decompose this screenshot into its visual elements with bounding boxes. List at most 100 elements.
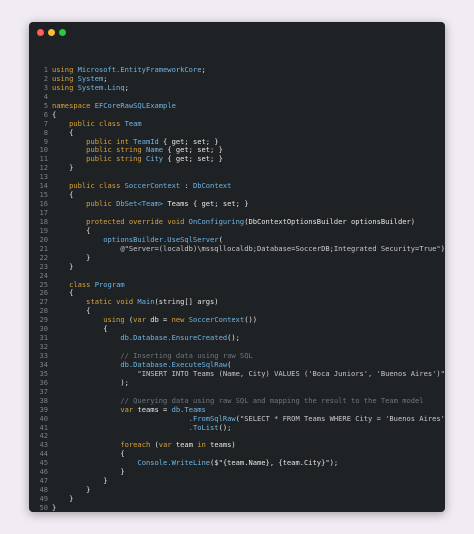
code-token: class [69, 279, 95, 289]
line-source: public DbSet<Team> Teams { get; set; } [52, 199, 249, 209]
code-token: teams = [137, 404, 172, 414]
code-token: } [52, 494, 74, 503]
code-token: Teams { get; set; } [163, 199, 249, 209]
line-number: 6 [43, 109, 48, 119]
code-line: 14 public class SoccerContext : DbContex… [29, 181, 445, 191]
code-token: } [52, 261, 74, 271]
code-token: protected override void [86, 216, 189, 226]
line-source: protected override void OnConfiguring(Db… [52, 216, 416, 227]
code-token: { get; set; } [158, 136, 219, 146]
code-token: db.Database.EnsureCreated [120, 333, 228, 343]
code-token: (string[] args) [154, 297, 219, 307]
line-source: using System.Linq; [52, 82, 129, 93]
line-number: 4 [43, 91, 48, 101]
code-line: 18 protected override void OnConfiguring… [29, 216, 445, 227]
code-token: in [197, 440, 211, 450]
line-source: @"Server=(localdb)\mssqllocaldb;Database… [52, 243, 445, 254]
code-token: new [171, 315, 189, 325]
line-source: } [52, 261, 74, 272]
code-token: Main [137, 297, 155, 307]
code-line: 27 static void Main(string[] args) [29, 297, 445, 307]
code-token: // Inserting data using raw SQL [120, 351, 253, 360]
code-line: 47 } [29, 476, 445, 486]
line-source: db.Database.EnsureCreated(); [52, 333, 240, 343]
close-window-button[interactable] [37, 29, 44, 36]
code-token: (DbContextOptionsBuilder optionsBuilder) [244, 216, 416, 226]
code-token: ); [52, 377, 129, 387]
code-line: 12 } [29, 163, 445, 173]
code-token: } [52, 485, 91, 495]
code-token: } [52, 467, 125, 477]
line-source: namespace EFCoreRawSQLExample [52, 100, 176, 111]
code-token: DbSet<Team> [116, 199, 164, 209]
code-token: } [52, 163, 74, 173]
code-token: } [52, 502, 57, 512]
code-line: 31 db.Database.EnsureCreated(); [29, 333, 445, 343]
code-token: { [52, 190, 74, 200]
code-line: 16 public DbSet<Team> Teams { get; set; … [29, 199, 445, 209]
code-line: 48 } [29, 485, 445, 495]
code-token: DbContext [192, 181, 232, 191]
line-source: public class SoccerContext : DbContext [52, 181, 232, 191]
code-token: Team [124, 118, 142, 128]
code-token: SoccerContext [188, 315, 245, 325]
code-token: (); [218, 422, 232, 432]
code-token: EFCoreRawSQLExample [94, 100, 176, 110]
code-line: 41 .ToList(); [29, 422, 445, 433]
code-token: var [120, 404, 138, 414]
code-token: System.Linq [77, 82, 125, 92]
code-token: { get; set; } [163, 145, 223, 155]
code-line: 7 public class Team [29, 118, 445, 129]
code-token: var [158, 440, 176, 450]
line-number: 3 [43, 82, 48, 92]
code-token: Name [145, 145, 164, 155]
code-token: : [180, 181, 193, 191]
code-token: // Querying data using raw SQL and mappi… [120, 395, 424, 405]
code-token: teams) [210, 440, 236, 450]
code-line: 25 class Program [29, 279, 445, 290]
code-token: ( [218, 234, 223, 244]
line-number: 5 [43, 100, 48, 110]
code-line: 50} [29, 502, 445, 512]
code-token: (); [227, 333, 240, 343]
code-token: public string [86, 145, 146, 155]
code-line: 36 ); [29, 377, 445, 388]
code-token: using [52, 73, 78, 83]
line-source: .ToList(); [52, 422, 232, 433]
maximize-window-button[interactable] [59, 29, 66, 36]
code-line: 11 public string City { get; set; } [29, 154, 445, 164]
code-token: public [86, 199, 117, 209]
code-token: static void [86, 297, 138, 307]
code-token: ); [440, 243, 445, 253]
code-line: 49 } [29, 494, 445, 504]
code-editor[interactable]: 1 using Microsoft.EntityFrameworkCore; 2 us… [29, 65, 445, 512]
code-token: { [52, 225, 91, 235]
code-token: } [52, 252, 91, 262]
window-titlebar [29, 22, 445, 44]
code-token: { [52, 288, 74, 298]
code-token: db.Teams [171, 404, 206, 414]
code-token: TeamId [133, 136, 159, 146]
code-token: Program [94, 279, 125, 289]
code-token: { get; set; } [163, 154, 223, 164]
code-token: { [52, 109, 57, 119]
code-line: 21 @"Server=(localdb)\mssqllocaldb;Datab… [29, 243, 445, 254]
code-token: using [52, 65, 78, 74]
code-token: optionsBuilder.UseSqlServer [103, 234, 219, 244]
code-token: public class [69, 181, 125, 191]
minimize-window-button[interactable] [48, 29, 55, 36]
line-number: 7 [43, 118, 48, 128]
code-token: { [52, 306, 91, 316]
